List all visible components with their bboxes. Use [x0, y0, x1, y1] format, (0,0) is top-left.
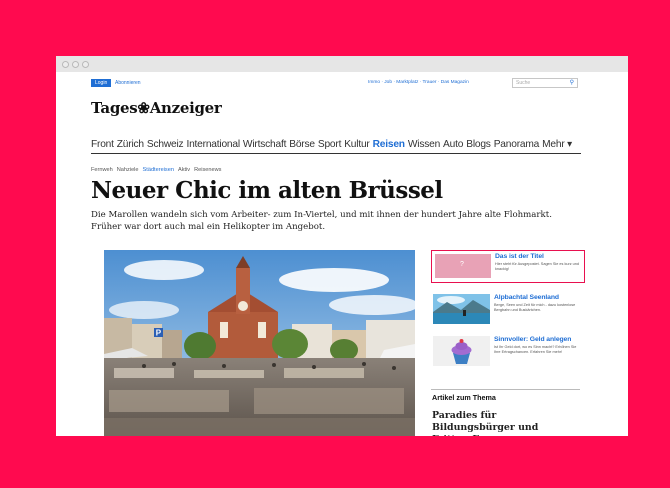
window-minimize-dot[interactable] — [72, 61, 79, 68]
window-maximize-dot[interactable] — [82, 61, 89, 68]
teaser-alpbachtal[interactable]: Alpbachtal Seenland Berge, Seen und Zeit… — [431, 292, 585, 326]
teaser-title-alpbachtal[interactable]: Alpbachtal Seenland — [494, 294, 559, 302]
nav-item-schweiz[interactable]: Schweiz — [147, 137, 184, 153]
teaser-text-alpbachtal: Berge, Seen und Zeit für mich - dazu kos… — [494, 303, 576, 312]
teaser-title-geld[interactable]: Sinnvoller: Geld anlegen — [494, 336, 571, 344]
related-articles-label: Artikel zum Thema — [432, 393, 496, 402]
teaser-text-geld: Ist Ihr Geld dort, wo es Sinn macht? Erh… — [494, 345, 577, 354]
nav-item-reisen[interactable]: Reisen — [373, 137, 405, 153]
promo-title[interactable]: Das ist der Titel — [495, 253, 544, 261]
subnav-item-nahziele[interactable]: Nahziele — [117, 166, 139, 174]
nav-item-börse[interactable]: Börse — [289, 137, 315, 153]
web-page: Login Abonnieren Immo · Job · Marktplatz… — [91, 78, 581, 232]
svg-text:P: P — [156, 329, 162, 338]
related-divider — [431, 389, 580, 390]
top-bar: Login Abonnieren Immo · Job · Marktplatz… — [91, 78, 581, 90]
lake-image — [433, 294, 490, 324]
promo-teaser[interactable]: ? Das ist der Titel Hier steht für Ausge… — [431, 250, 585, 283]
nav-item-sport[interactable]: Sport — [318, 137, 342, 153]
nav-item-international[interactable]: International — [186, 137, 240, 153]
hero-image-market: P — [104, 250, 415, 436]
cupcake-image — [433, 336, 490, 366]
related-article-title[interactable]: Paradies für Bildungsbürger und Fritten-… — [432, 410, 581, 436]
window-close-dot[interactable] — [62, 61, 69, 68]
promo-text: Hier steht für Ausgepostet. Sagen Sie es… — [495, 262, 580, 271]
nav-item-panorama[interactable]: Panorama — [494, 137, 540, 153]
search-placeholder: Suche — [516, 80, 531, 86]
search-icon[interactable]: ⚲ — [570, 79, 574, 87]
nav-item-mehr[interactable]: Mehr ▾ — [542, 137, 572, 153]
nav-item-wirtschaft[interactable]: Wirtschaft — [243, 137, 286, 153]
service-links[interactable]: Immo · Job · Marktplatz · Trauer · Das M… — [368, 79, 469, 87]
main-navigation: Front Zürich Schweiz International Wirtschaf… — [91, 134, 581, 154]
nav-item-blogs[interactable]: Blogs — [466, 137, 491, 153]
nav-item-auto[interactable]: Auto — [443, 137, 463, 153]
teaser-geld-anlegen[interactable]: Sinnvoller: Geld anlegen Ist Ihr Geld do… — [431, 334, 585, 368]
article-lead: Die Marollen wandeln sich vom Arbeiter- … — [91, 210, 552, 232]
nav-item-zürich[interactable]: Zürich — [117, 137, 144, 153]
promo-thumb-label: ? — [460, 261, 464, 268]
browser-window: Login Abonnieren Immo · Job · Marktplatz… — [56, 56, 628, 436]
subnav-item-fernweh[interactable]: Fernweh — [91, 166, 113, 174]
subnav-item-reisenews[interactable]: Reisenews — [194, 166, 221, 174]
nav-item-kultur[interactable]: Kultur — [344, 137, 370, 153]
nav-item-front[interactable]: Front — [91, 137, 114, 153]
article-headline: Neuer Chic im alten Brüssel — [91, 177, 443, 204]
subnav-item-städtereisen[interactable]: Städtereisen — [143, 166, 174, 174]
subnav-item-aktiv[interactable]: Aktiv — [178, 166, 190, 174]
search-input[interactable]: Suche ⚲ — [512, 78, 578, 88]
nav-item-wissen[interactable]: Wissen — [408, 137, 440, 153]
promo-thumbnail: ? — [435, 254, 491, 278]
login-button[interactable]: Login — [91, 79, 112, 87]
browser-toolbar — [56, 56, 628, 72]
sub-navigation: Fernweh Nahziele Städtereisen Aktiv Reisenew… — [91, 158, 225, 176]
abonnieren-link[interactable]: Abonnieren — [115, 79, 141, 87]
site-logo[interactable]: Tages❀Anzeiger — [91, 99, 222, 117]
